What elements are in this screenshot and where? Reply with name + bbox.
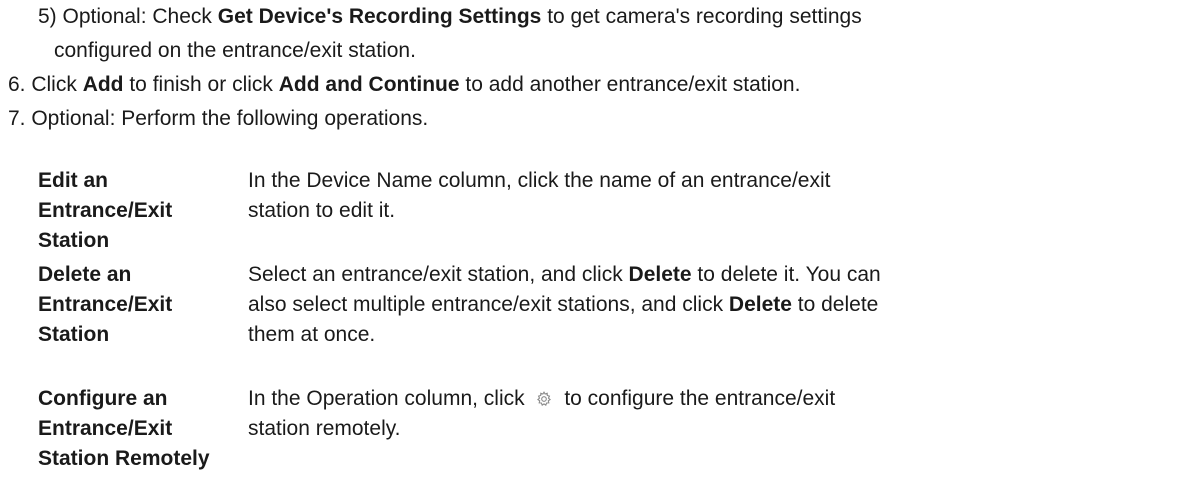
operation-description-line: also select multiple entrance/exit stati… xyxy=(248,290,1188,320)
step-6-mid: to finish or click xyxy=(123,73,279,96)
description-text: to delete xyxy=(791,293,879,316)
operation-name: Delete an Entrance/Exit Station xyxy=(38,263,173,346)
step-5-prefix: 5) Optional: Check xyxy=(38,5,218,28)
step-5-suffix: to get camera's recording settings xyxy=(541,5,862,28)
step-5-line-2: configured on the entrance/exit station. xyxy=(54,39,416,62)
operation-description-line: them at once. xyxy=(248,323,376,346)
operation-description: In the Device Name column, click the nam… xyxy=(248,166,1188,226)
step-7: 7. Optional: Perform the following opera… xyxy=(8,107,429,130)
operation-description-line: In the Device Name column, click the nam… xyxy=(248,169,831,192)
description-text: also select multiple entrance/exit stati… xyxy=(248,293,729,316)
operation-description: In the Operation column, click to config… xyxy=(248,384,1188,444)
operation-description: Select an entrance/exit station, and cli… xyxy=(248,260,1188,350)
operation-description-line: Select an entrance/exit station, and cli… xyxy=(248,260,1188,290)
step-6: 6. Click Add to finish or click Add and … xyxy=(8,70,800,100)
operation-description-line: station remotely. xyxy=(248,417,401,440)
operation-description-line: station to edit it. xyxy=(248,199,396,222)
gear-icon xyxy=(536,386,552,406)
operation-name: Configure an Entrance/Exit Station Remot… xyxy=(38,387,210,470)
delete-label: Delete xyxy=(728,293,792,316)
step-5-line-1: 5) Optional: Check Get Device's Recordin… xyxy=(38,2,862,32)
operation-name: Edit an Entrance/Exit Station xyxy=(38,169,173,252)
description-text: Select an entrance/exit station, and cli… xyxy=(248,263,629,286)
step-6-prefix: 6. Click xyxy=(8,73,83,96)
step-5-setting-name: Get Device's Recording Settings xyxy=(217,5,542,28)
step-6-suffix: to add another entrance/exit station. xyxy=(459,73,801,96)
step-6-add-continue-label: Add and Continue xyxy=(278,73,460,96)
operation-description-line: In the Operation column, click to config… xyxy=(248,384,1188,414)
step-6-add-label: Add xyxy=(82,73,124,96)
description-text: to delete it. You can xyxy=(691,263,881,286)
description-text: In the Operation column, click xyxy=(248,387,525,410)
document-page: 5) Optional: Check Get Device's Recordin… xyxy=(0,0,1202,504)
description-text: to configure the entrance/exit xyxy=(564,387,836,410)
delete-label: Delete xyxy=(628,263,692,286)
